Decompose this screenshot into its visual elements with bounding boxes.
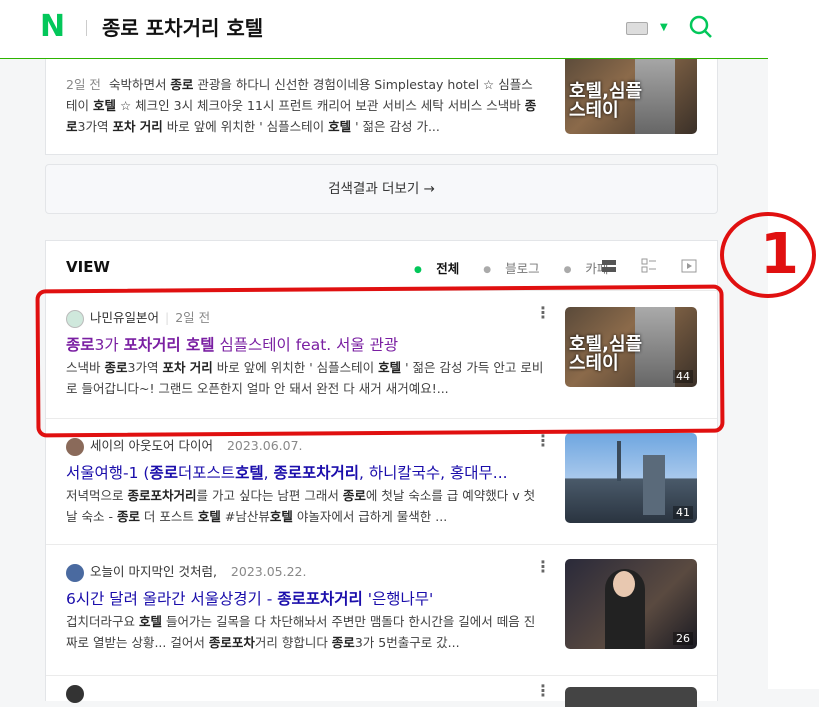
post-date: 2023.06.07. bbox=[226, 438, 303, 453]
list-view-icon[interactable] bbox=[601, 258, 617, 274]
item-title[interactable]: 6시간 달려 올라간 서울상경기 - 종로포차거리 '은행나무' bbox=[66, 587, 544, 609]
divider bbox=[46, 675, 717, 676]
divider bbox=[86, 20, 87, 36]
view-filters: ● 전체 ● 블로그 ● 카페 bbox=[414, 258, 628, 277]
image-count: 26 bbox=[673, 632, 693, 645]
item-thumbnail[interactable] bbox=[565, 687, 697, 707]
avatar[interactable] bbox=[66, 563, 84, 582]
tower-shape bbox=[617, 441, 621, 481]
item-snippet[interactable]: 겁치더라구요 호텔 들어가는 길목을 다 차단해놔서 주변만 맴돌다 한시간을 … bbox=[66, 611, 544, 653]
more-options-icon[interactable]: ⋮ bbox=[535, 557, 551, 576]
thumbnail-caption: 호텔,심플 스테이 bbox=[569, 81, 643, 121]
list-item: 세이의 아웃도어 다이어 2023.06.07. ⋮ 서울여행-1 (종로더포스트… bbox=[46, 419, 717, 544]
result-thumbnail[interactable]: 호텔,심플 스테이 bbox=[565, 54, 697, 134]
item-meta: 오늘이 마지막인 것처럼, 2023.05.22. bbox=[66, 561, 306, 582]
avatar[interactable] bbox=[66, 437, 84, 456]
item-thumbnail[interactable]: 41 bbox=[565, 433, 697, 523]
item-snippet[interactable]: 저녁먹으로 종로포차거리를 가고 싶다는 남편 그래서 종로에 첫날 숙소를 급… bbox=[66, 485, 544, 527]
result-snippet[interactable]: 2일 전 숙박하면서 종로 관광을 하다니 신선한 경험이네용 Simplesta… bbox=[66, 74, 544, 137]
image-count: 41 bbox=[673, 506, 693, 519]
filter-all[interactable]: ● 전체 bbox=[414, 261, 469, 276]
section-title: VIEW bbox=[66, 258, 110, 276]
face-shape bbox=[613, 571, 635, 597]
list-item: 오늘이 마지막인 것처럼, 2023.05.22. ⋮ 6시간 달려 올라간 서울… bbox=[46, 545, 717, 675]
dot-icon: ● bbox=[483, 264, 492, 275]
filter-label: 전체 bbox=[436, 261, 460, 276]
filter-label: 블로그 bbox=[505, 261, 540, 276]
item-thumbnail[interactable]: 26 bbox=[565, 559, 697, 649]
highlight-annotation bbox=[35, 284, 725, 438]
more-results-button[interactable]: 검색결과 더보기 → bbox=[45, 164, 718, 214]
naver-logo[interactable]: N bbox=[40, 9, 65, 44]
video-view-icon[interactable] bbox=[681, 258, 697, 274]
building-shape bbox=[643, 455, 665, 515]
avatar[interactable] bbox=[66, 685, 84, 703]
dot-icon: ● bbox=[563, 264, 572, 275]
keyboard-icon[interactable] bbox=[626, 22, 648, 35]
right-margin bbox=[768, 0, 819, 689]
snippet-text: 숙박하면서 종로 관광을 하다니 신선한 경험이네용 Simplestay ho… bbox=[66, 77, 537, 134]
filter-blog[interactable]: ● 블로그 bbox=[483, 261, 549, 276]
author-name[interactable]: 세이의 아웃도어 다이어 bbox=[90, 438, 213, 453]
search-icon[interactable] bbox=[688, 14, 714, 40]
search-query[interactable]: 종로 포차거리 호텔 bbox=[102, 12, 263, 41]
search-header: N 종로 포차거리 호텔 ▼ bbox=[0, 0, 768, 59]
item-meta: 세이의 아웃도어 다이어 2023.06.07. bbox=[66, 435, 303, 456]
more-options-icon[interactable]: ⋮ bbox=[535, 681, 551, 700]
detail-view-icon[interactable] bbox=[641, 258, 657, 274]
item-title[interactable]: 서울여행-1 (종로더포스트호텔, 종로포차거리, 하니칼국수, 홍대무... bbox=[66, 461, 544, 483]
chevron-down-icon[interactable]: ▼ bbox=[660, 22, 668, 33]
result-date: 2일 전 bbox=[66, 77, 101, 92]
author-name[interactable]: 오늘이 마지막인 것처럼, bbox=[90, 564, 217, 579]
active-dot-icon: ● bbox=[414, 264, 422, 275]
annotation-label: 1 bbox=[760, 222, 799, 287]
number-annotation: 1 bbox=[720, 212, 816, 298]
post-date: 2023.05.22. bbox=[230, 564, 307, 579]
